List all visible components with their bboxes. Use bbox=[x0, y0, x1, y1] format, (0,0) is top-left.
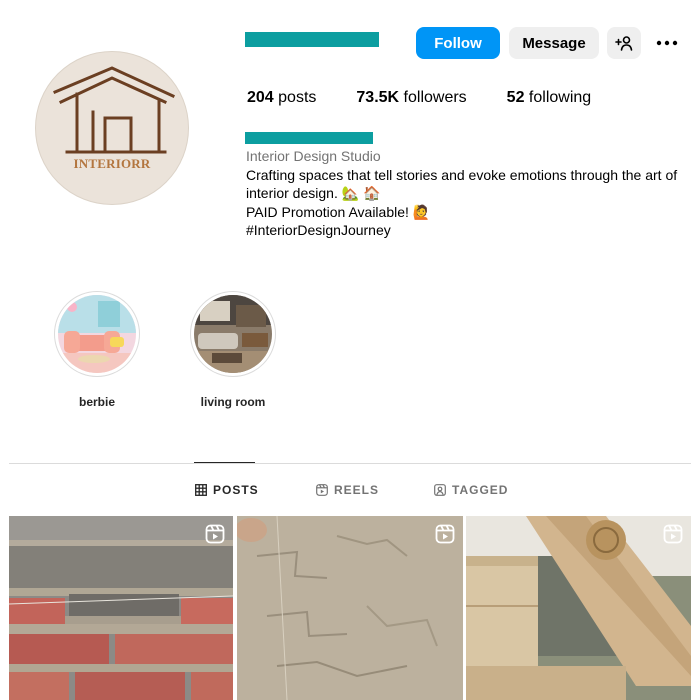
reel-icon bbox=[435, 524, 455, 544]
bio-promotion: PAID Promotion Available! 🙋 bbox=[246, 203, 431, 220]
more-dots-icon bbox=[656, 40, 678, 46]
tab-tagged[interactable]: TAGGED bbox=[434, 483, 508, 497]
post-tile-1[interactable] bbox=[9, 516, 233, 700]
message-button[interactable]: Message bbox=[509, 27, 599, 59]
highlight-cover-image bbox=[194, 295, 272, 373]
highlight-label: living room bbox=[200, 395, 266, 409]
highlight-living-room[interactable]: living room bbox=[189, 291, 277, 409]
tagged-icon bbox=[434, 484, 446, 496]
tab-posts-label: POSTS bbox=[213, 483, 259, 497]
follow-button[interactable]: Follow bbox=[416, 27, 500, 59]
highlight-ring bbox=[190, 291, 276, 377]
post-image bbox=[9, 516, 233, 700]
following-stat[interactable]: 52 following bbox=[507, 89, 592, 107]
post-image bbox=[237, 516, 463, 700]
profile-stats: 204 posts 73.5K followers 52 following bbox=[247, 89, 631, 107]
followers-label: followers bbox=[399, 89, 467, 106]
reels-icon bbox=[316, 484, 328, 496]
followers-stat[interactable]: 73.5K followers bbox=[356, 89, 466, 107]
tab-tagged-label: TAGGED bbox=[452, 483, 509, 497]
bio-description: Crafting spaces that tell stories and ev… bbox=[246, 166, 678, 202]
followers-count: 73.5K bbox=[356, 89, 400, 106]
tabs-divider bbox=[9, 463, 691, 464]
reel-icon bbox=[205, 524, 225, 544]
tab-reels[interactable]: REELS bbox=[316, 483, 379, 497]
tab-reels-label: REELS bbox=[334, 483, 380, 497]
tab-posts[interactable]: POSTS bbox=[195, 483, 259, 497]
grid-icon bbox=[195, 484, 207, 496]
highlight-label: berbie bbox=[78, 395, 115, 409]
post-image bbox=[466, 516, 691, 700]
house-logo-icon bbox=[53, 66, 175, 154]
bio-hashtag[interactable]: #InteriorDesignJourney bbox=[246, 221, 696, 240]
profile-avatar[interactable]: INTERIORR bbox=[35, 51, 189, 205]
post-tile-2[interactable] bbox=[237, 516, 463, 700]
add-person-icon bbox=[615, 36, 633, 51]
profile-bio: Interior Design Studio Crafting spaces t… bbox=[246, 147, 696, 240]
avatar-brand-text: INTERIORR bbox=[73, 156, 151, 171]
display-name-redacted bbox=[245, 132, 373, 144]
bio-category: Interior Design Studio bbox=[246, 148, 381, 164]
reel-icon bbox=[663, 524, 683, 544]
active-tab-indicator bbox=[194, 462, 255, 463]
posts-stat: 204 posts bbox=[247, 89, 316, 107]
more-options-button[interactable] bbox=[651, 27, 683, 59]
suggest-people-button[interactable] bbox=[607, 27, 641, 59]
username-redacted bbox=[245, 32, 379, 47]
post-tile-3[interactable] bbox=[466, 516, 691, 700]
highlight-ring bbox=[54, 291, 140, 377]
highlight-berbie[interactable]: berbie bbox=[53, 291, 141, 409]
following-count: 52 bbox=[506, 89, 525, 106]
following-label: following bbox=[524, 89, 592, 106]
posts-count: 204 bbox=[247, 89, 274, 106]
posts-label: posts bbox=[273, 89, 317, 106]
highlight-cover-image bbox=[58, 295, 136, 373]
